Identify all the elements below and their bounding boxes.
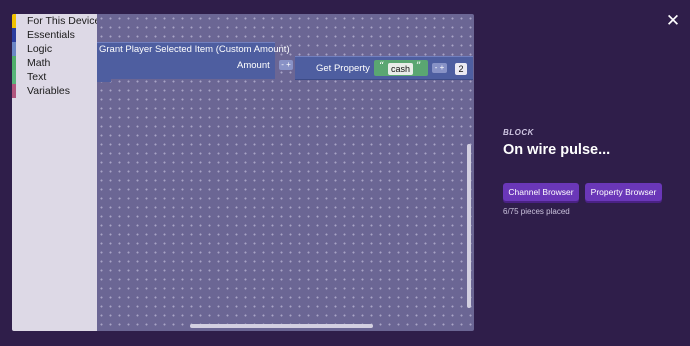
block-event-title: On wire pulse... [503,142,611,158]
category-label: Math [27,57,51,69]
toolbox: For This Device Essentials Logic Math Te… [12,14,101,331]
category-variables[interactable]: Variables [12,84,97,98]
category-label: Logic [27,43,53,55]
category-math[interactable]: Math [12,56,97,70]
vertical-scrollbar[interactable] [467,144,471,308]
block-editor: For This Device Essentials Logic Math Te… [12,14,474,331]
property-browser-button[interactable]: Property Browser [585,183,662,201]
minus-plus-button[interactable]: - + [432,63,447,73]
horizontal-scrollbar[interactable] [190,324,373,328]
category-label: Essentials [27,29,75,41]
category-swatch [12,56,16,70]
category-swatch [12,70,16,84]
category-essentials[interactable]: Essentials [12,28,97,42]
category-for-this-device[interactable]: For This Device [12,14,101,28]
category-label: Text [27,71,47,83]
open-quote-icon: “ [379,61,385,72]
close-icon[interactable]: ✕ [664,12,682,30]
close-quote-icon: ” [416,61,422,72]
category-logic[interactable]: Logic [12,42,97,56]
category-swatch [12,14,16,28]
minus-plus-button[interactable]: - + [279,60,293,70]
section-label: BLOCK [503,128,534,137]
category-label: Variables [27,85,70,97]
number-field[interactable]: 2 [455,63,467,75]
string-value-field[interactable]: cash [388,63,414,75]
amount-label: Amount [237,60,270,71]
get-property-label: Get Property [316,63,370,74]
category-swatch [12,28,16,42]
category-label: For This Device [27,15,101,27]
category-swatch [12,84,16,98]
channel-browser-button[interactable]: Channel Browser [503,183,579,201]
block-title: Grant Player Selected Item (Custom Amoun… [99,44,290,55]
pieces-placed-count: 6/75 pieces placed [503,207,570,216]
workspace-canvas[interactable]: Grant Player Selected Item (Custom Amoun… [97,14,474,331]
category-text[interactable]: Text [12,70,97,84]
block-connector [97,78,111,82]
category-swatch [12,42,16,56]
